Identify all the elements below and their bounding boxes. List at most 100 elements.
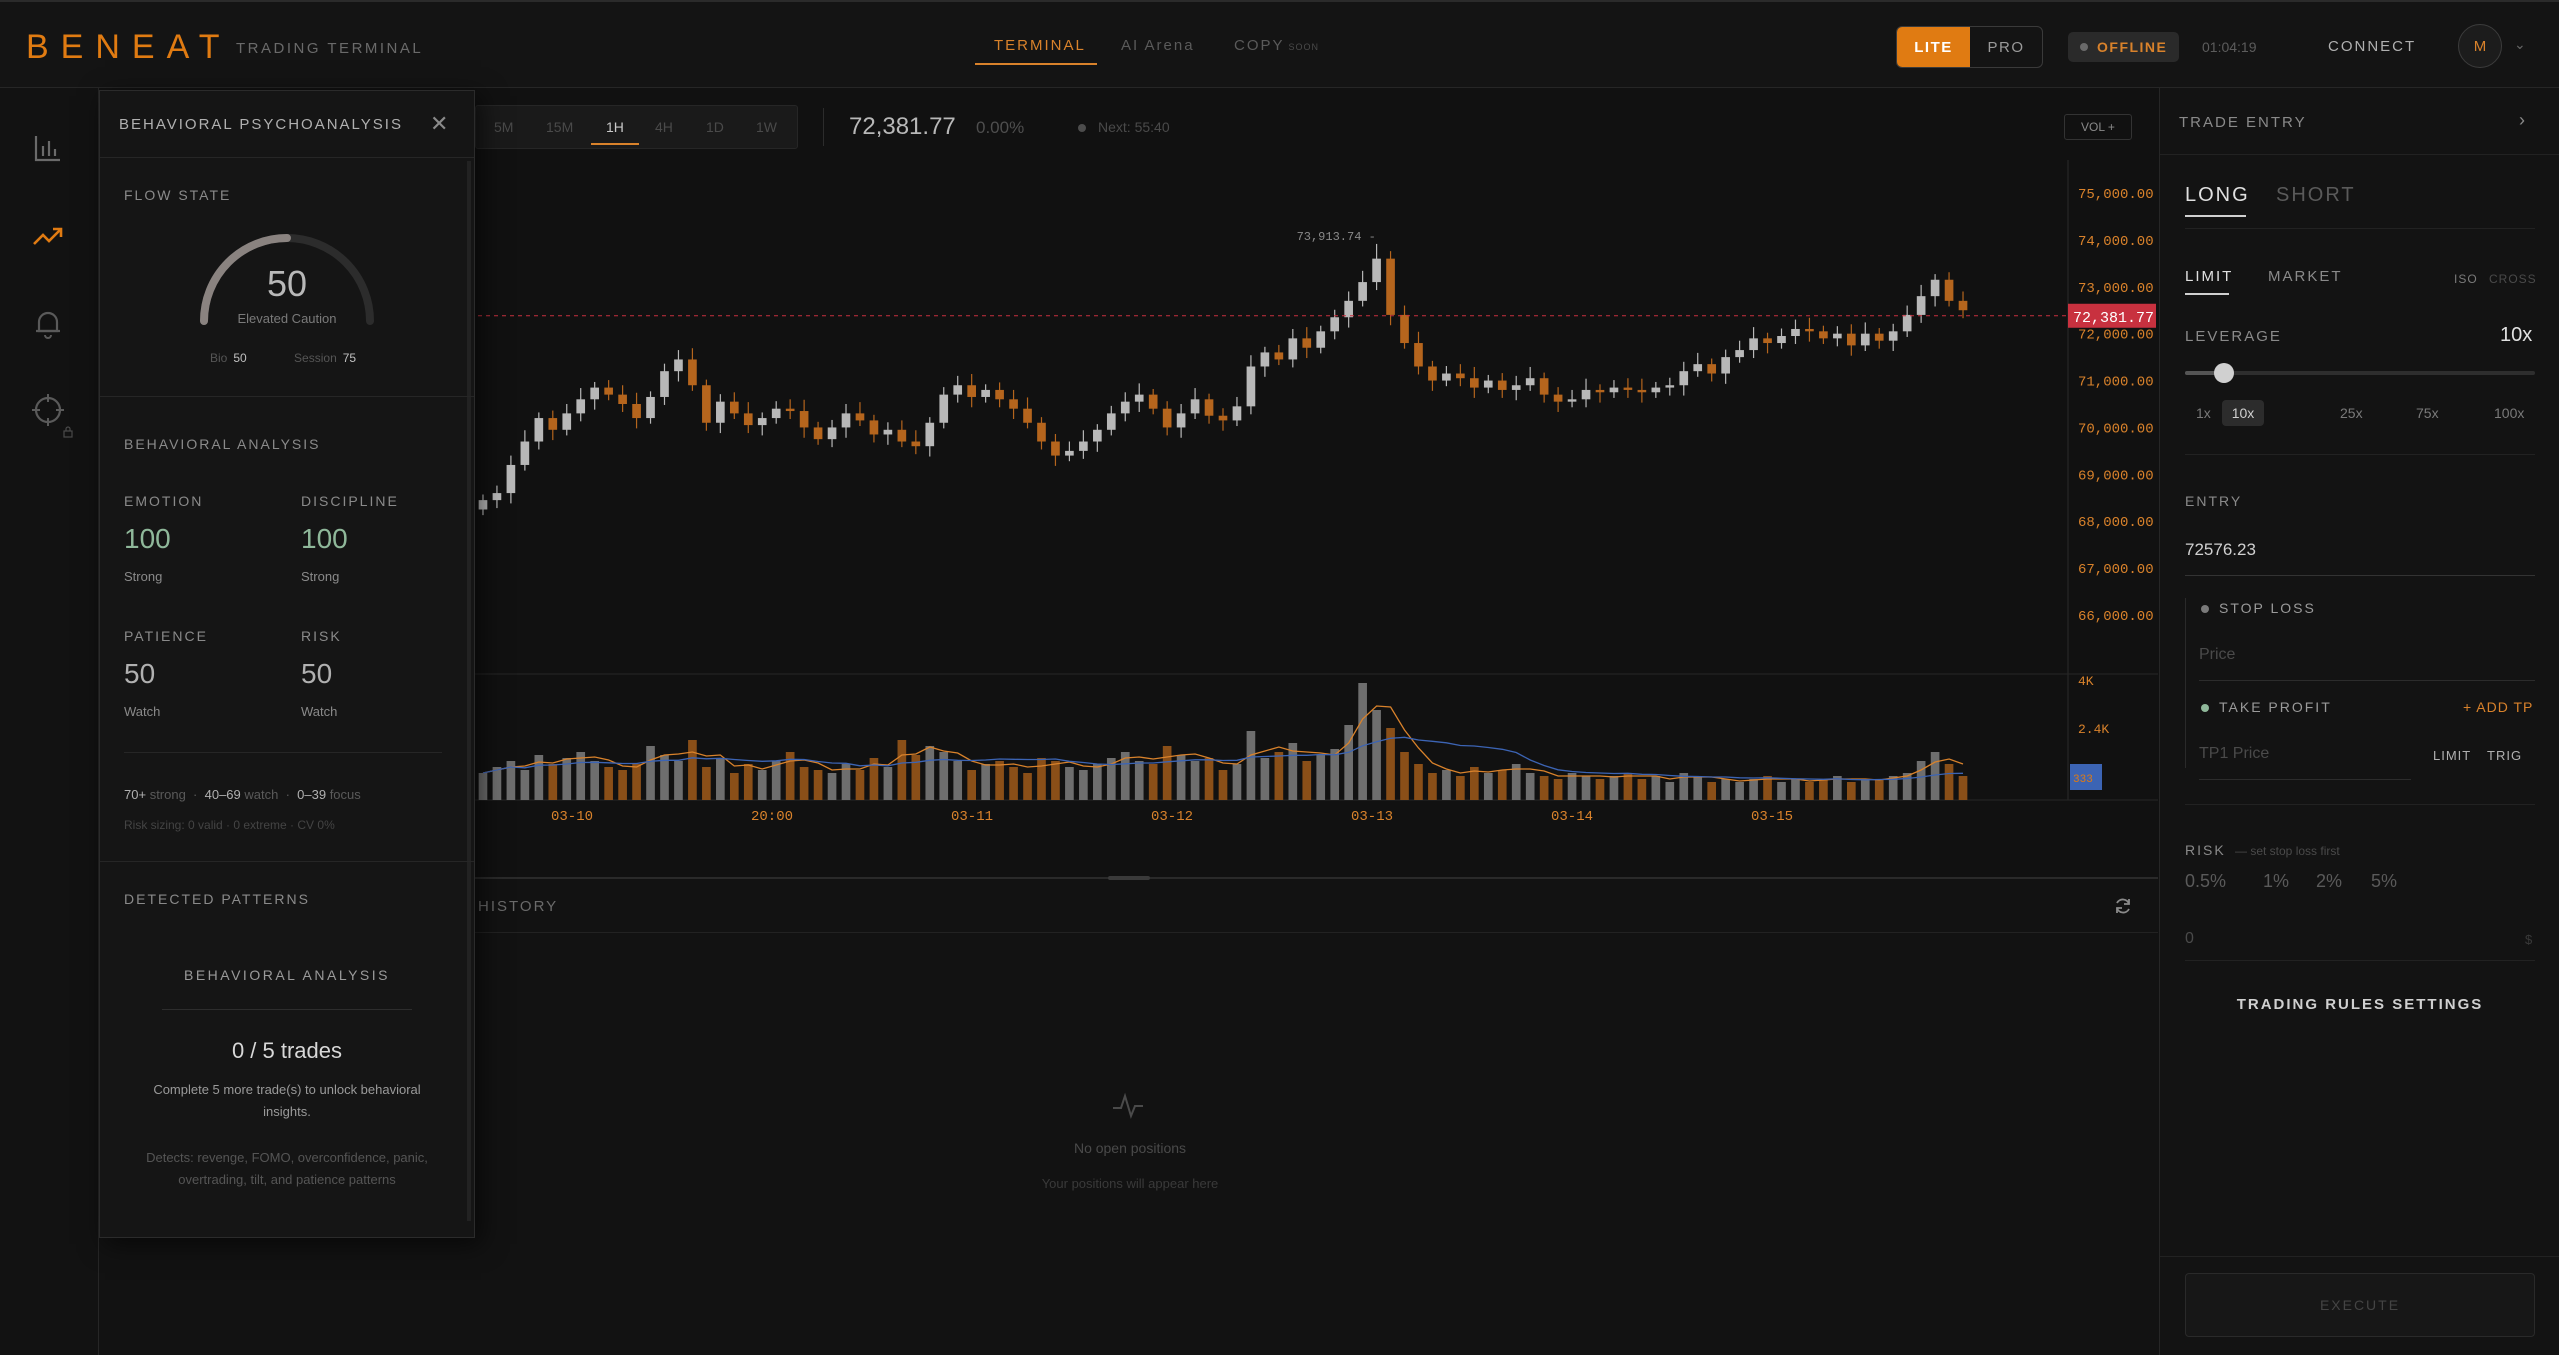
order-type-market[interactable]: MARKET	[2268, 268, 2343, 285]
candle-body	[702, 385, 711, 423]
divider	[2185, 228, 2535, 229]
resize-handle[interactable]	[1108, 876, 1150, 880]
candle-body	[1358, 282, 1367, 301]
tab-ai-arena[interactable]: AI Arena	[1121, 37, 1195, 54]
candle-body	[1805, 328, 1814, 332]
trading-rules-settings-button[interactable]: TRADING RULES SETTINGS	[2160, 996, 2559, 1013]
risk-option-5[interactable]: 5%	[2371, 871, 2397, 892]
volume-bar	[716, 758, 725, 800]
refresh-icon[interactable]	[2113, 896, 2133, 916]
bio-value: 50	[233, 351, 247, 365]
candle-body	[1581, 389, 1591, 400]
volume-bar	[478, 773, 488, 800]
candle-body	[967, 385, 977, 397]
bar-chart-icon[interactable]	[30, 130, 66, 166]
volume-bar	[590, 761, 600, 800]
risk-option-2[interactable]: 2%	[2316, 871, 2342, 892]
volume-bar	[618, 770, 627, 800]
panel-title: BEHAVIORAL PSYCHOANALYSIS	[119, 116, 403, 133]
short-tab[interactable]: SHORT	[2276, 184, 2356, 207]
tp1-price-input[interactable]: TP1 Price	[2199, 745, 2269, 763]
risk-underline	[2185, 960, 2535, 961]
tp-trigger-toggle[interactable]: TRIG	[2487, 748, 2522, 763]
price-chart[interactable]: 75,000.00 74,000.00 73,000.00 72,000.00 71,0…	[470, 160, 2159, 850]
margin-cross[interactable]: CROSS	[2489, 272, 2537, 286]
price-axis-label: 73,000.00	[2078, 281, 2154, 297]
candle-body	[1469, 378, 1479, 388]
tab-copy[interactable]: COPY SOON	[1234, 37, 1319, 54]
time-axis-label: 20:00	[751, 809, 793, 825]
time-axis-label: 03-10	[551, 809, 593, 825]
risk-option-1[interactable]: 1%	[2263, 871, 2289, 892]
leverage-option-75x[interactable]: 75x	[2416, 405, 2439, 421]
chevron-down-icon[interactable]: ⌄	[2514, 36, 2526, 53]
lite-mode-button[interactable]: LITE	[1897, 27, 1970, 67]
timeframe-4h[interactable]: 4H	[655, 119, 673, 135]
candle-body	[534, 418, 544, 442]
candle-body	[1651, 387, 1661, 393]
crosshair-icon[interactable]	[30, 392, 66, 428]
order-type-limit[interactable]: LIMIT	[2185, 268, 2233, 285]
tab-terminal[interactable]: TERMINAL	[994, 37, 1086, 54]
risk-unit: $	[2525, 932, 2533, 947]
risk-amount-input[interactable]: 0	[2185, 930, 2194, 948]
chevron-right-icon[interactable]: ›	[2519, 110, 2525, 131]
stop-loss-dot-icon	[2201, 605, 2209, 613]
timeframe-15m[interactable]: 15M	[546, 119, 573, 135]
volume-bar	[1553, 779, 1563, 800]
entry-price-input[interactable]: 72576.23	[2185, 540, 2256, 560]
volume-bar	[1372, 710, 1381, 800]
bio-score: Bio 50 Session 75	[210, 351, 356, 365]
avatar[interactable]: M	[2458, 24, 2502, 68]
entry-underline	[2185, 575, 2535, 576]
volume-bar	[1693, 776, 1703, 800]
sl-tp-group	[2185, 598, 2535, 768]
trade-entry-title: TRADE ENTRY	[2179, 114, 2307, 131]
stop-loss-label: STOP LOSS	[2219, 600, 2316, 616]
connect-button[interactable]: CONNECT	[2328, 38, 2416, 55]
long-tab[interactable]: LONG	[2185, 184, 2250, 207]
volume-bar	[1805, 782, 1814, 800]
timeframe-1w[interactable]: 1W	[756, 119, 777, 135]
leverage-slider-track[interactable]	[2185, 371, 2535, 375]
volume-bar	[604, 767, 613, 800]
risk-option-0-5[interactable]: 0.5%	[2185, 871, 2226, 892]
trending-up-icon[interactable]	[30, 218, 66, 254]
leverage-slider-handle[interactable]	[2214, 363, 2234, 383]
candle-body	[1386, 258, 1395, 315]
leverage-option-100x[interactable]: 100x	[2494, 405, 2524, 421]
candle-body	[548, 418, 558, 430]
candle-body	[729, 401, 739, 414]
legend-watch: watch	[244, 787, 279, 802]
candle-body	[1148, 394, 1158, 409]
leverage-option-1x[interactable]: 1x	[2196, 405, 2211, 421]
volume-bar	[1539, 776, 1549, 800]
timeframe-5m[interactable]: 5M	[494, 119, 513, 135]
risk-status: Watch	[301, 704, 338, 719]
bell-icon[interactable]	[30, 306, 66, 342]
volume-toggle-button[interactable]: VOL +	[2064, 114, 2132, 140]
stop-loss-price-input[interactable]: Price	[2199, 646, 2235, 664]
timeframe-1d[interactable]: 1D	[706, 119, 724, 135]
leverage-option-25x[interactable]: 25x	[2340, 405, 2363, 421]
time-axis-label: 03-14	[1551, 809, 1593, 825]
candle-body	[1051, 441, 1060, 456]
volume-bar	[1274, 752, 1284, 800]
timeframe-1h[interactable]: 1H	[606, 119, 624, 135]
tp1-underline	[2199, 779, 2411, 780]
margin-iso[interactable]: ISO	[2454, 272, 2478, 286]
tab-history[interactable]: HISTORY	[478, 898, 558, 915]
leverage-option-10x[interactable]: 10x	[2222, 400, 2264, 426]
candle-body	[869, 420, 879, 435]
close-icon[interactable]: ✕	[430, 111, 448, 137]
mode-toggle: LITE PRO	[1896, 26, 2043, 68]
volume-bar	[646, 746, 655, 800]
candle-body	[939, 394, 949, 423]
add-tp-button[interactable]: + ADD TP	[2463, 699, 2533, 715]
execute-button[interactable]: EXECUTE	[2185, 1273, 2535, 1337]
divider	[162, 1009, 412, 1010]
candle-body	[1930, 279, 1940, 297]
pro-mode-button[interactable]: PRO	[1970, 27, 2042, 67]
logo[interactable]: BENEAT	[26, 28, 232, 67]
tp-limit-toggle[interactable]: LIMIT	[2433, 748, 2471, 763]
